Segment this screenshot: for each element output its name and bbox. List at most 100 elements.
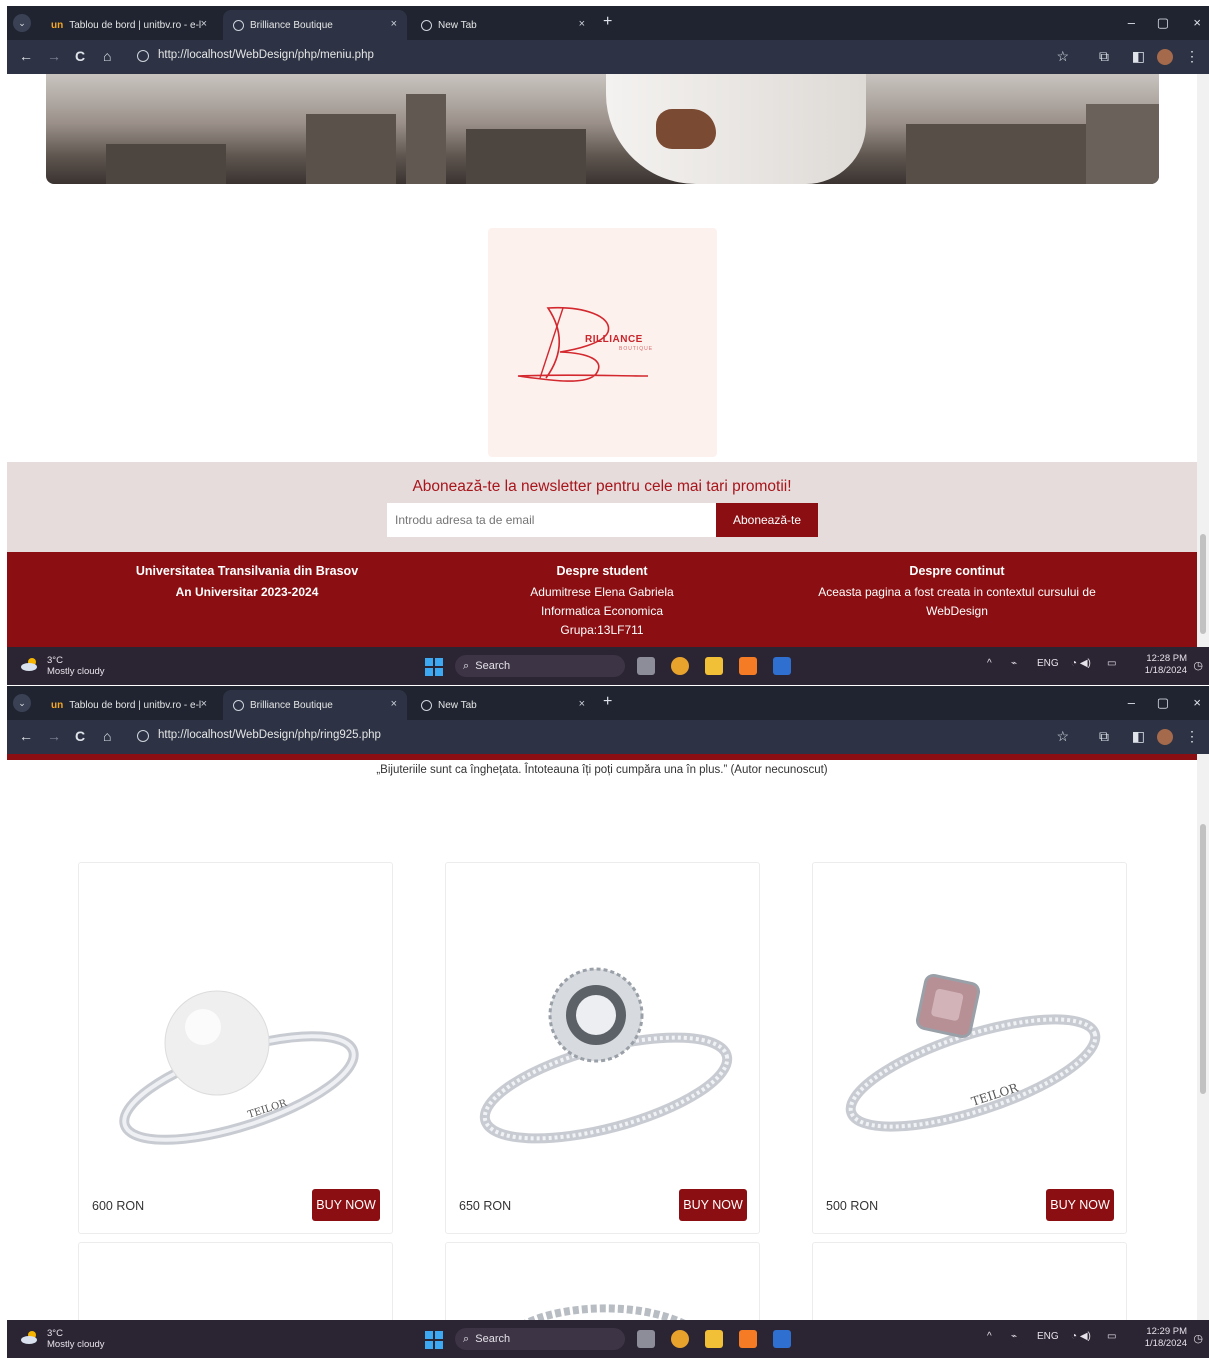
tab-close-icon[interactable]: × <box>391 698 397 710</box>
notification-bell-icon[interactable]: ◷ <box>1193 1332 1203 1345</box>
tab-strip: ⌄ un Tablou de bord | unitbv.ro - e-l × … <box>7 686 1209 720</box>
side-panel-icon[interactable]: ◧ <box>1132 48 1145 65</box>
logo-brand-text: RILLIANCE <box>585 334 643 345</box>
chrome-app-icon[interactable] <box>671 657 689 675</box>
weather-widget[interactable]: 3°C Mostly cloudy <box>21 1328 105 1350</box>
minimize-icon[interactable]: – <box>1128 695 1135 710</box>
tab-unitbv[interactable]: un Tablou de bord | unitbv.ro - e-l × <box>41 690 217 720</box>
windows-start-icon[interactable] <box>425 658 443 676</box>
notification-bell-icon[interactable]: ◷ <box>1193 659 1203 672</box>
unitbv-favicon-icon: un <box>51 699 64 711</box>
minimize-icon[interactable]: – <box>1128 15 1135 30</box>
bookmark-star-icon[interactable]: ☆ <box>1056 48 1069 65</box>
task-view-icon[interactable] <box>637 1330 655 1348</box>
buy-now-button[interactable]: BUY NOW <box>1046 1189 1114 1221</box>
side-panel-icon[interactable]: ◧ <box>1132 728 1145 745</box>
screenshot-bottom: ⌄ un Tablou de bord | unitbv.ro - e-l × … <box>7 686 1209 1358</box>
tray-network-icon[interactable]: ⌁ <box>1011 1331 1017 1342</box>
product-price: 500 RON <box>826 1199 879 1213</box>
buy-now-button[interactable]: BUY NOW <box>312 1189 380 1221</box>
home-icon[interactable]: ⌂ <box>103 48 111 64</box>
wifi-volume-icon[interactable]: ◔ ◀) <box>1071 658 1091 669</box>
pearl-ring-image: TEILOR <box>119 990 359 1145</box>
subscribe-button[interactable]: Abonează-te <box>716 503 818 537</box>
tab-close-icon[interactable]: × <box>579 698 585 710</box>
reload-icon[interactable]: C <box>75 48 85 64</box>
scroll-thumb[interactable] <box>1200 534 1206 634</box>
forward-icon[interactable]: → <box>47 728 61 744</box>
file-explorer-icon[interactable] <box>705 657 723 675</box>
tab-unitbv[interactable]: un Tablou de bord | unitbv.ro - e-l × <box>41 10 217 40</box>
windows-start-icon[interactable] <box>425 1331 443 1349</box>
footer-content: Despre continut Aceasta pagina a fost cr… <box>818 564 1096 618</box>
close-window-icon[interactable]: × <box>1193 15 1201 30</box>
taskbar-search[interactable]: ⌕ Search <box>455 655 625 677</box>
tab-close-icon[interactable]: × <box>391 18 397 30</box>
tab-search-button[interactable]: ⌄ <box>13 14 31 32</box>
tray-chevron-icon[interactable]: ^ <box>987 1331 992 1342</box>
product-card <box>812 1242 1127 1320</box>
tray-chevron-icon[interactable]: ^ <box>987 658 992 669</box>
tab-close-icon[interactable]: × <box>201 18 207 30</box>
weather-widget[interactable]: 3°C Mostly cloudy <box>21 655 105 677</box>
extensions-icon[interactable]: ⧉ <box>1099 48 1109 65</box>
page-scrollbar[interactable] <box>1197 754 1209 1320</box>
url-field[interactable]: http://localhost/WebDesign/php/ring925.p… <box>158 729 381 741</box>
word-app-icon[interactable] <box>773 1330 791 1348</box>
back-icon[interactable]: ← <box>19 728 33 744</box>
tab-new-tab[interactable]: New Tab × <box>411 690 595 720</box>
wifi-volume-icon[interactable]: ◔ ◀) <box>1071 1331 1091 1342</box>
tab-brilliance[interactable]: Brilliance Boutique × <box>223 10 407 40</box>
xampp-icon[interactable] <box>739 657 757 675</box>
url-field[interactable]: http://localhost/WebDesign/php/meniu.php <box>158 49 374 61</box>
restore-icon[interactable]: ▢ <box>1157 15 1169 31</box>
language-indicator[interactable]: ENG <box>1037 1331 1059 1342</box>
hero-banner-image <box>46 74 1159 184</box>
extensions-icon[interactable]: ⧉ <box>1099 728 1109 745</box>
xampp-icon[interactable] <box>739 1330 757 1348</box>
tab-close-icon[interactable]: × <box>579 18 585 30</box>
restore-icon[interactable]: ▢ <box>1157 695 1169 711</box>
newsletter-email-input[interactable] <box>387 503 717 537</box>
battery-icon[interactable]: ▭ <box>1107 1331 1116 1342</box>
buy-now-button[interactable]: BUY NOW <box>679 1189 747 1221</box>
ring-image-partial <box>523 1304 686 1320</box>
reload-icon[interactable]: C <box>75 728 85 744</box>
close-window-icon[interactable]: × <box>1193 695 1201 710</box>
product-price: 650 RON <box>459 1199 512 1213</box>
tab-close-icon[interactable]: × <box>201 698 207 710</box>
new-tab-button[interactable]: + <box>603 694 612 710</box>
site-info-icon[interactable] <box>137 50 149 62</box>
file-explorer-icon[interactable] <box>705 1330 723 1348</box>
site-info-icon[interactable] <box>137 730 149 742</box>
taskbar-clock[interactable]: 12:29 PM 1/18/2024 <box>1145 1326 1187 1350</box>
taskbar-clock[interactable]: 12:28 PM 1/18/2024 <box>1145 653 1187 677</box>
tab-new-tab[interactable]: New Tab × <box>411 10 595 40</box>
tab-brilliance[interactable]: Brilliance Boutique × <box>223 690 407 720</box>
bookmark-star-icon[interactable]: ☆ <box>1056 728 1069 745</box>
newsletter-title: Abonează-te la newsletter pentru cele ma… <box>412 478 792 495</box>
tray-network-icon[interactable]: ⌁ <box>1011 658 1017 669</box>
battery-icon[interactable]: ▭ <box>1107 658 1116 669</box>
chrome-favicon-icon <box>421 19 432 31</box>
chrome-app-icon[interactable] <box>671 1330 689 1348</box>
menu-icon[interactable]: ⋮ <box>1185 48 1199 65</box>
language-indicator[interactable]: ENG <box>1037 658 1059 669</box>
product-price: 600 RON <box>92 1199 145 1213</box>
taskbar-search[interactable]: ⌕ Search <box>455 1328 625 1350</box>
forward-icon[interactable]: → <box>47 48 61 64</box>
menu-icon[interactable]: ⋮ <box>1185 728 1199 745</box>
tab-search-button[interactable]: ⌄ <box>13 694 31 712</box>
home-icon[interactable]: ⌂ <box>103 728 111 744</box>
back-icon[interactable]: ← <box>19 48 33 64</box>
task-view-icon[interactable] <box>637 657 655 675</box>
page-scrollbar[interactable] <box>1197 74 1209 647</box>
globe-favicon-icon <box>233 19 244 31</box>
word-app-icon[interactable] <box>773 657 791 675</box>
scroll-thumb[interactable] <box>1200 824 1206 1094</box>
search-icon: ⌕ <box>463 1332 470 1345</box>
halo-diamond-ring-image <box>479 967 733 1144</box>
profile-avatar[interactable] <box>1157 49 1173 65</box>
profile-avatar[interactable] <box>1157 729 1173 745</box>
new-tab-button[interactable]: + <box>603 14 612 30</box>
